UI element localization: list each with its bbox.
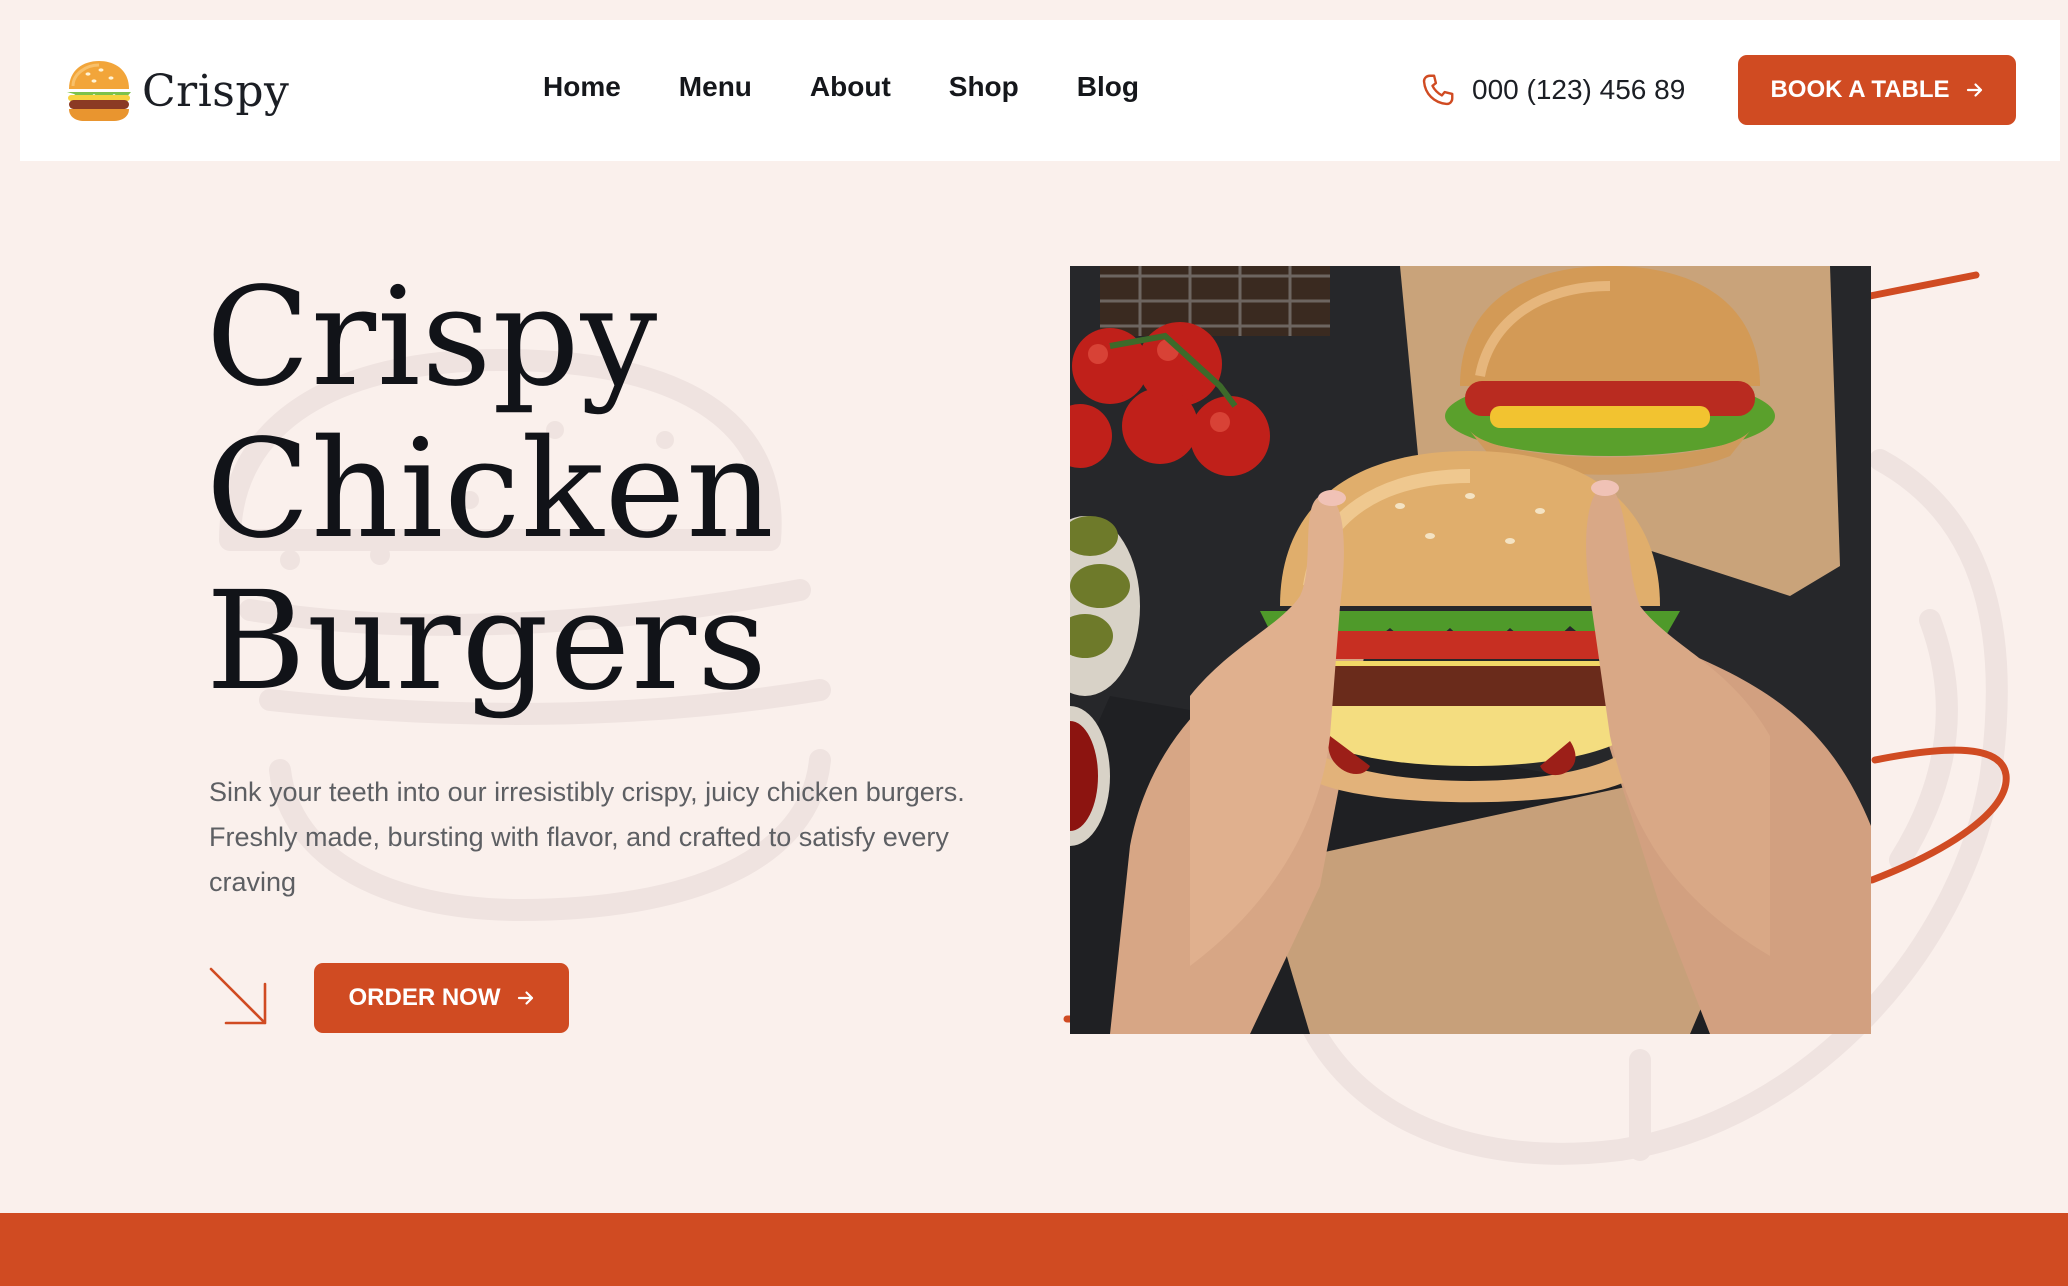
book-table-label: BOOK A TABLE (1770, 76, 1950, 103)
arrow-right-icon (1966, 83, 1982, 97)
nav-item-blog[interactable]: Blog (1077, 64, 1139, 110)
hero-title-line: Chicken (206, 411, 775, 569)
nav-item-about[interactable]: About (810, 64, 891, 110)
order-now-button[interactable]: ORDER NOW (314, 963, 569, 1033)
phone-contact[interactable]: 000 (123) 456 89 (1420, 68, 1685, 112)
burger-icon (67, 61, 131, 121)
phone-icon (1422, 74, 1454, 106)
book-table-button[interactable]: BOOK A TABLE (1738, 55, 2016, 125)
arrow-down-right-icon (209, 967, 267, 1025)
hero-title: Crispy Chicken Burgers (206, 262, 1006, 718)
arrow-right-icon (517, 991, 533, 1005)
site-header: Crispy Home Menu About Shop Blog 000 (12… (20, 20, 2060, 161)
phone-number: 000 (123) 456 89 (1472, 74, 1686, 105)
hero-title-line: Burgers (206, 563, 768, 721)
hero-title-line: Crispy (206, 259, 659, 417)
hands-holding-burger-photo (1070, 266, 1871, 1034)
logo-text: Crispy (142, 65, 290, 117)
main-nav: Home Menu About Shop Blog (543, 64, 1197, 110)
nav-item-menu[interactable]: Menu (679, 64, 752, 110)
hero-burger-image (1070, 266, 1871, 1034)
bottom-accent-band (0, 1213, 2068, 1286)
logo-link[interactable]: Crispy (64, 56, 289, 126)
order-now-label: ORDER NOW (348, 984, 501, 1011)
hero-description: Sink your teeth into our irresistibly cr… (209, 777, 965, 897)
nav-item-shop[interactable]: Shop (949, 64, 1019, 110)
nav-item-home[interactable]: Home (543, 64, 621, 110)
